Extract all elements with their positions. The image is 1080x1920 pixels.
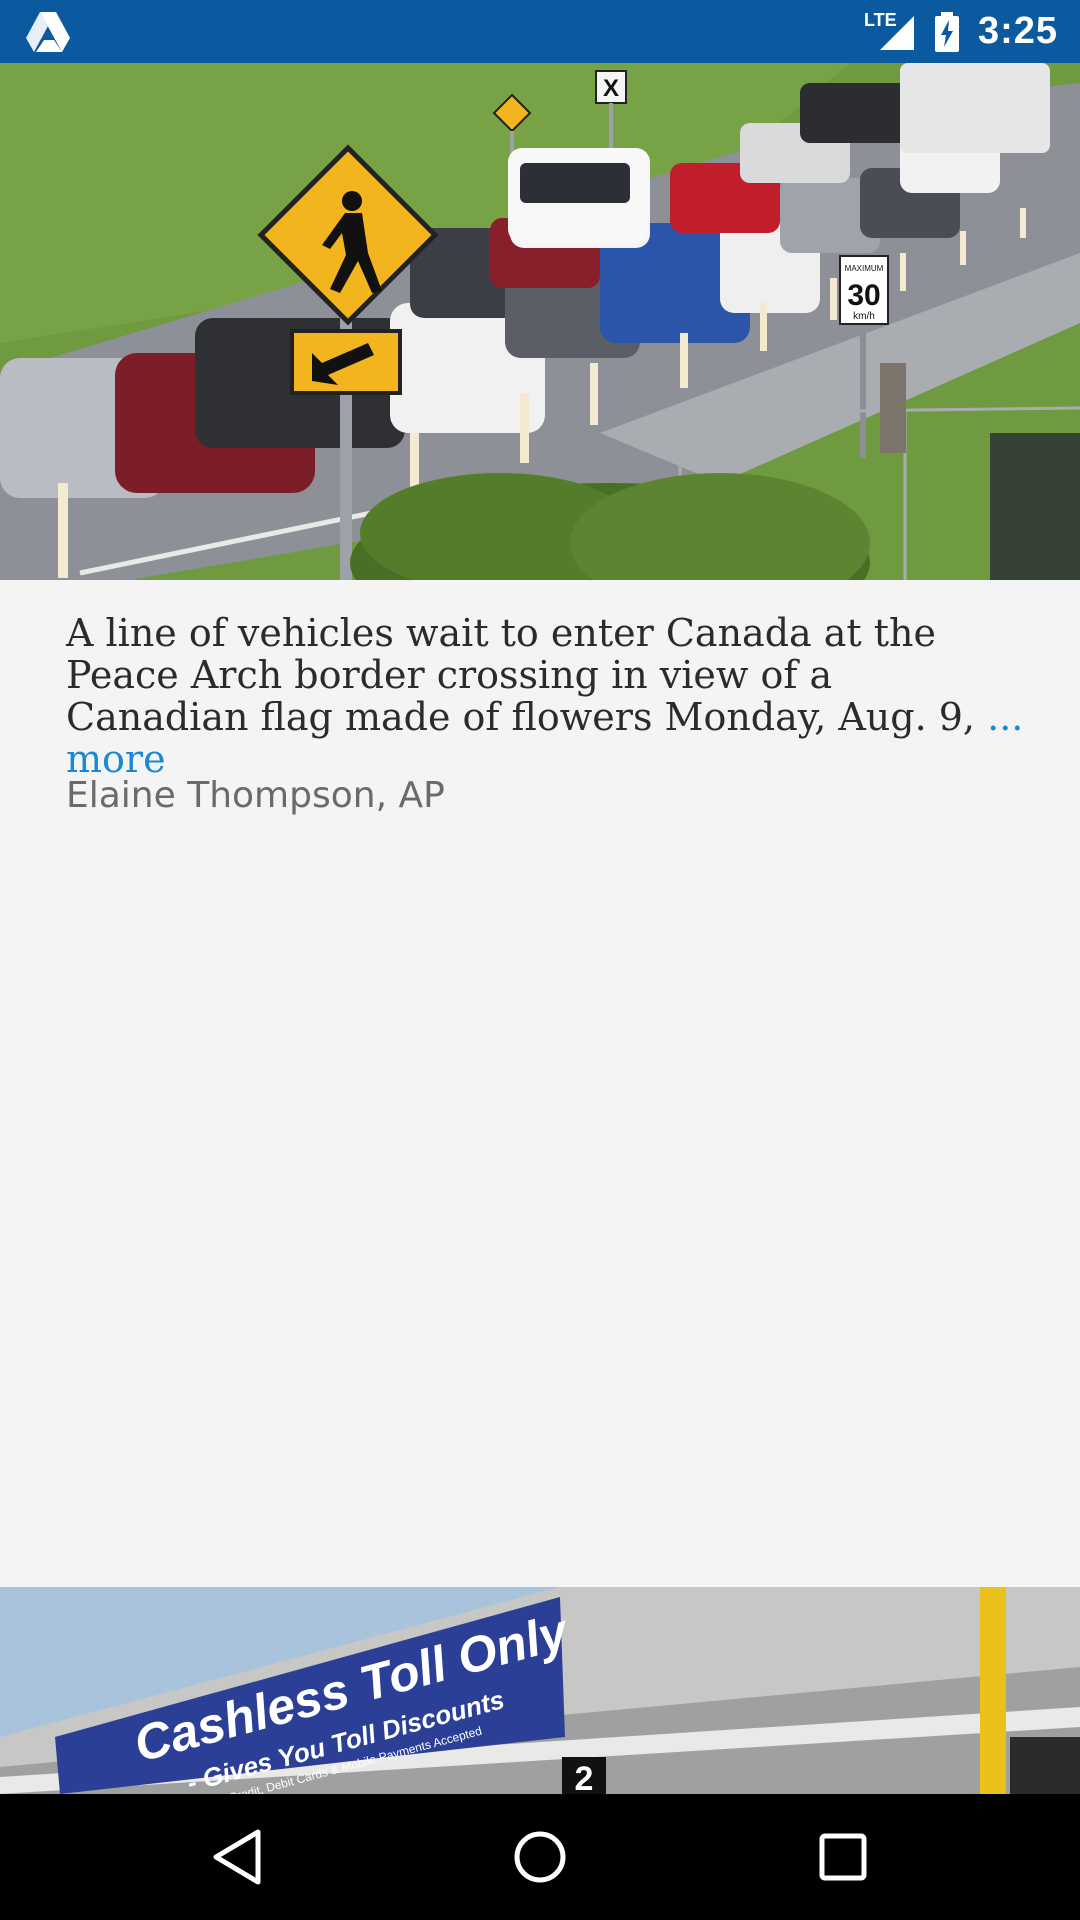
app-drive-icon	[24, 10, 72, 54]
svg-text:MAXIMUM: MAXIMUM	[845, 264, 884, 273]
home-icon[interactable]	[500, 1822, 580, 1892]
gallery-photo-border-crossing[interactable]: X MAXIMUM 30 km/h	[0, 63, 1080, 580]
gallery-photo-toll-plaza[interactable]: Cashless Toll Only - Gives You Toll Disc…	[0, 1587, 1080, 1794]
photo-caption: A line of vehicles wait to enter Canada …	[66, 612, 1026, 780]
svg-text:2: 2	[575, 1760, 594, 1794]
back-icon[interactable]	[200, 1822, 280, 1892]
svg-text:X: X	[603, 75, 619, 102]
system-nav-bar	[0, 1794, 1080, 1920]
svg-text:km/h: km/h	[853, 311, 875, 322]
status-bar: LTE 3:25	[0, 0, 1080, 63]
svg-text:30: 30	[847, 279, 880, 312]
recents-icon[interactable]	[803, 1822, 883, 1892]
signal-icon: LTE	[864, 10, 916, 52]
photo-caption-panel: A line of vehicles wait to enter Canada …	[0, 580, 1080, 1587]
photo-credit: Elaine Thompson, AP	[66, 775, 445, 816]
caption-text: A line of vehicles wait to enter Canada …	[66, 611, 976, 739]
clock: 3:25	[977, 10, 1058, 52]
battery-charging-icon	[934, 11, 960, 52]
